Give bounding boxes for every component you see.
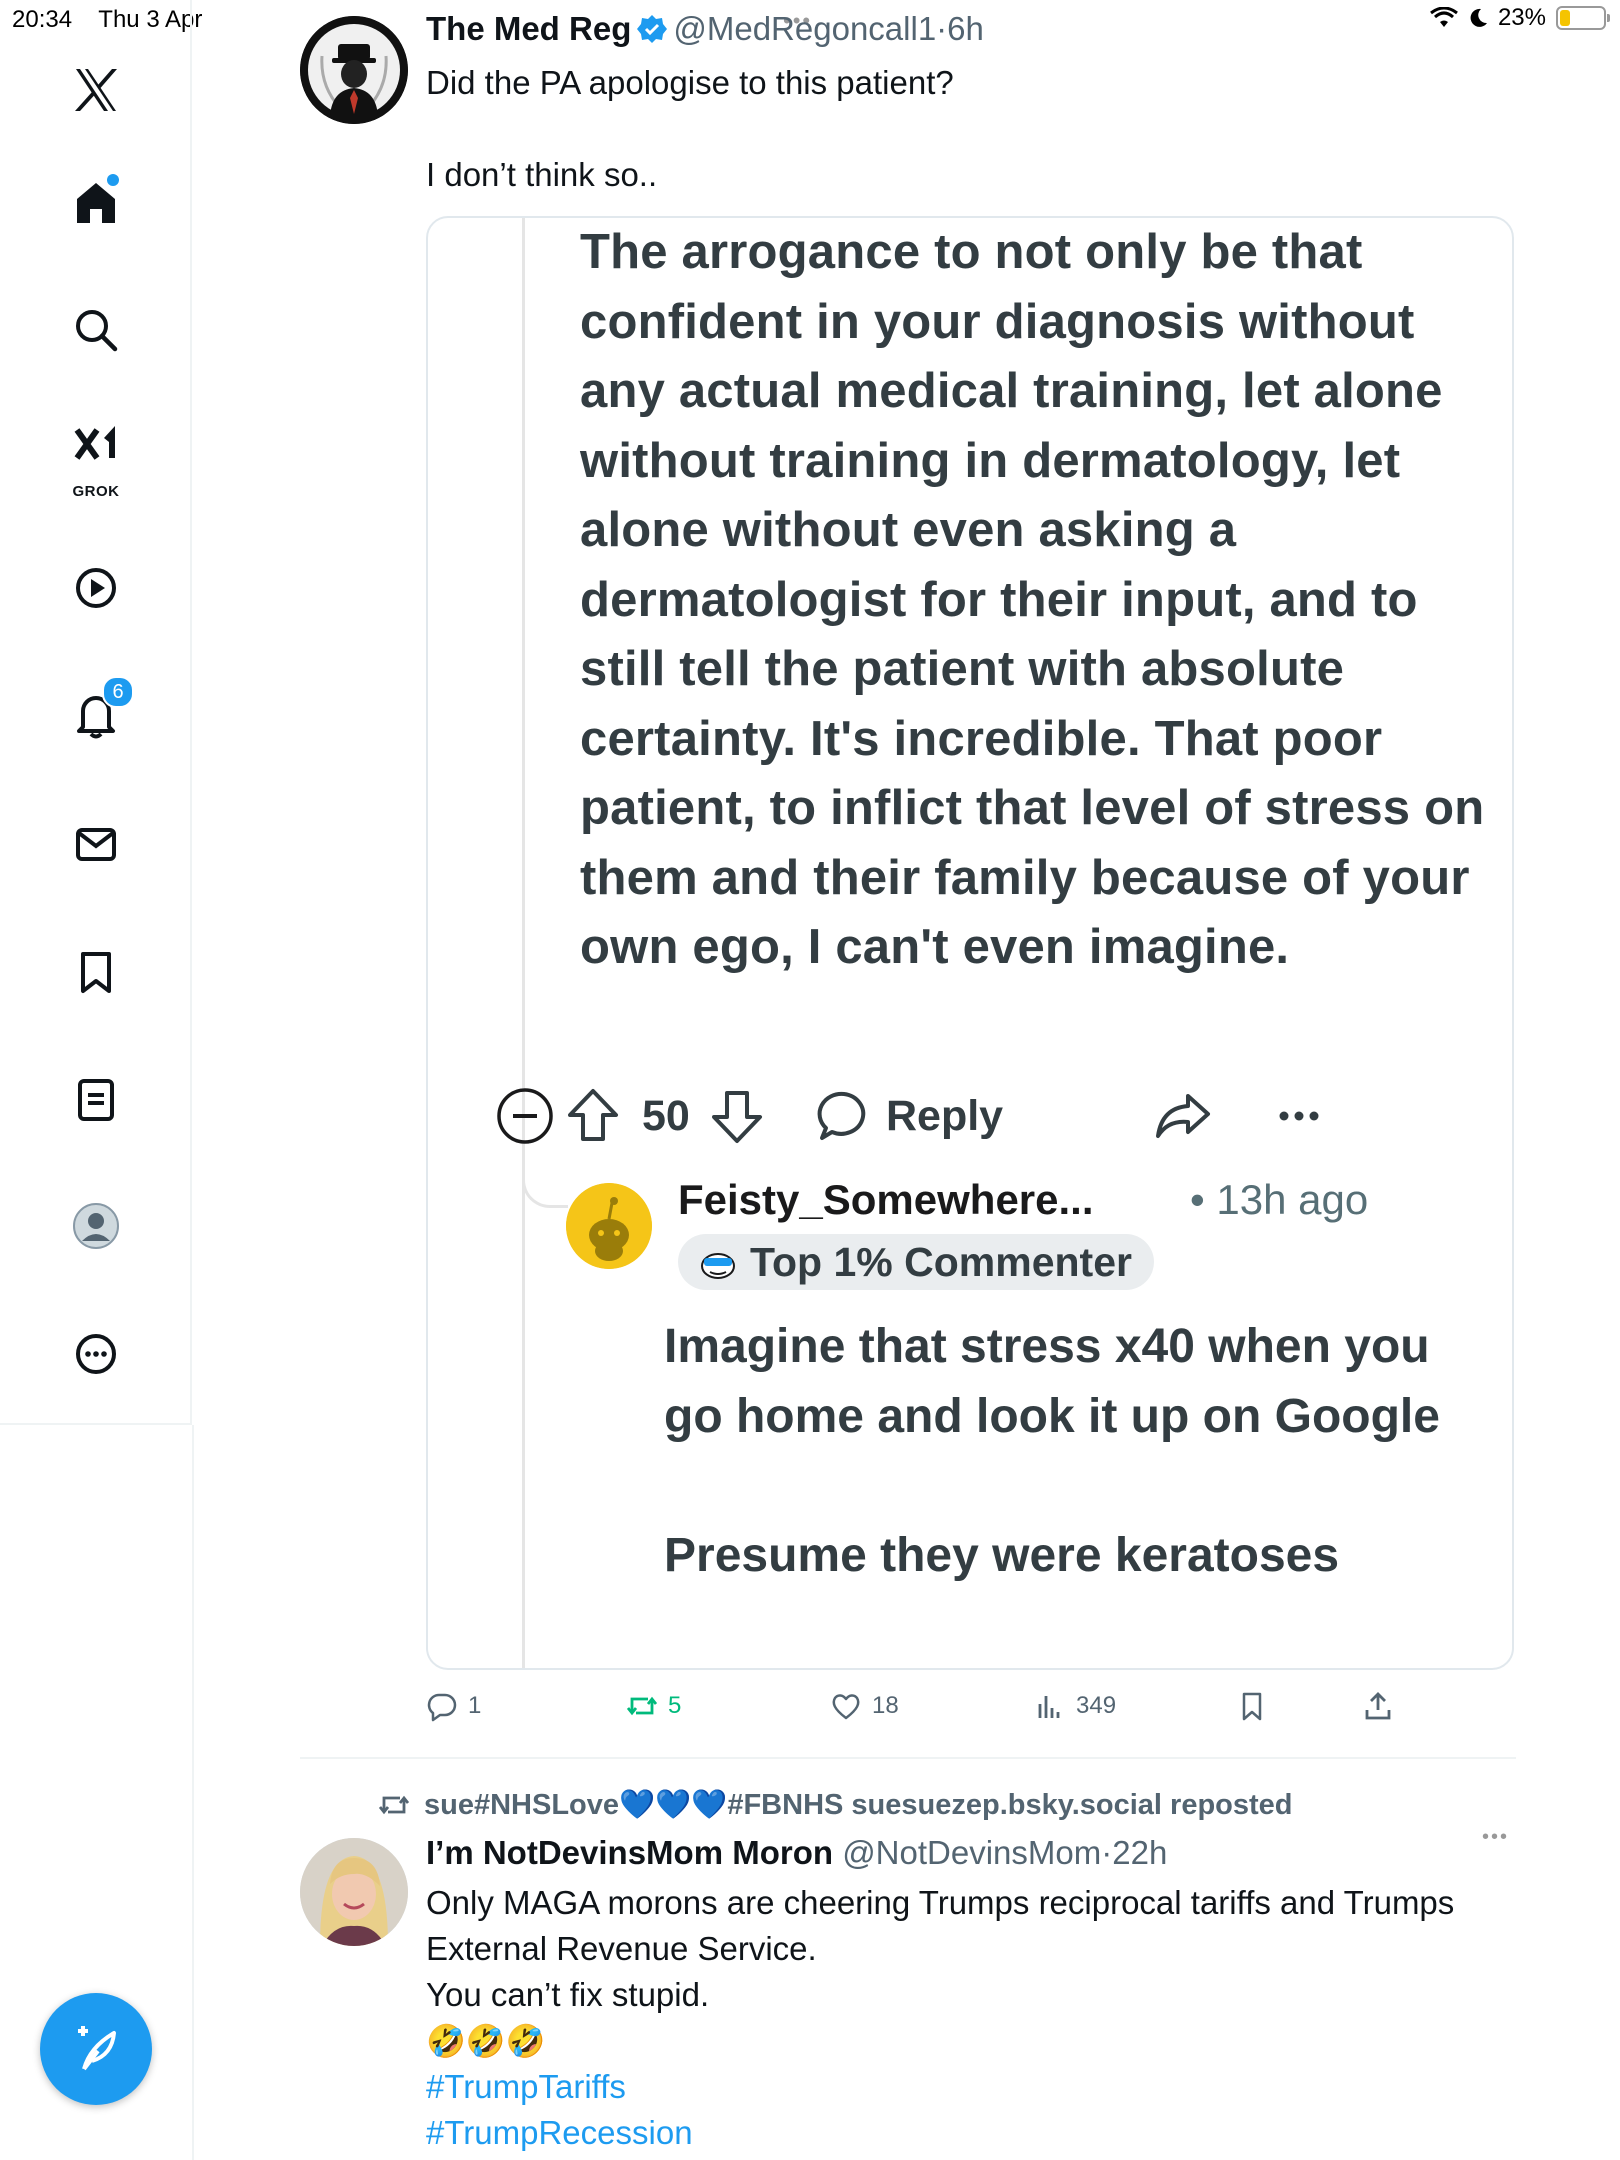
share-upload-icon [1365,1692,1391,1720]
thread-branch [522,1168,568,1208]
repost-action[interactable]: 5 [626,1684,681,1728]
reply-bubble-icon [427,1693,457,1722]
tweet-line: You can’t fix stupid. [426,1976,710,2013]
reply-paragraph: Presume they were keratoses [664,1528,1340,1582]
commenter-flair-badge: Top 1% Commenter [678,1234,1154,1290]
view-count: 349 [1076,1692,1117,1719]
reddit-comment-actions: 50 Reply [496,1076,1476,1156]
share-arrow-icon[interactable] [1154,1076,1212,1156]
hashtag-link[interactable]: #TrumpRecession [426,2110,1526,2156]
status-bar-right: 23% [1430,4,1610,32]
sidebar-divider [192,1425,194,2160]
reposted-by-line[interactable]: sue#NHSLove💙💙💙#FBNHS suesuezep.bsky.soci… [378,1788,1293,1822]
search-icon[interactable] [56,290,136,370]
repost-icon [626,1696,658,1716]
post-divider [300,1757,1516,1759]
tweet-line: Only MAGA morons are cheering Trumps rec… [426,1884,1455,1967]
verified-badge-icon [637,15,668,43]
separator: · [1101,1834,1113,1871]
reddit-reply-time: • 13h ago [1190,1176,1369,1223]
grok-label: GROK [72,483,120,500]
reposted-by-text: sue#NHSLove💙💙💙#FBNHS suesuezep.bsky.soci… [424,1789,1293,1821]
reply-button[interactable]: Reply [816,1076,1003,1156]
compose-feather-icon [78,2026,116,2071]
post-more-options-icon[interactable]: ••• [1482,1826,1509,1849]
more-options-icon[interactable] [56,1314,136,1394]
repost-count: 5 [668,1692,682,1719]
profile-avatar-icon[interactable] [56,1186,136,1266]
hashtag-link[interactable]: #TrumpTariffs [426,2064,1526,2110]
collapse-thread-icon[interactable] [496,1076,554,1156]
notifications-bell-icon[interactable]: 6 [56,674,136,754]
reply-action[interactable]: 1 [426,1684,481,1728]
more-dots-icon[interactable] [1276,1076,1322,1156]
display-name[interactable]: The Med Reg [426,10,631,47]
reddit-comment-text: The arrogance to not only be that confid… [580,225,1485,974]
avatar[interactable] [300,16,408,124]
reply-label: Reply [886,1091,1004,1140]
repost-small-icon [378,1795,410,1815]
lists-icon[interactable] [56,1060,136,1140]
grok-icon[interactable]: GROK [56,414,136,504]
bookmark-icon [1242,1692,1262,1721]
sidebar: GROK 6 [0,0,192,1425]
reply-paragraph: Imagine that stress x40 when you go home… [664,1320,1440,1443]
home-unread-dot [107,174,119,186]
notifications-badge: 6 [102,676,134,708]
home-icon[interactable] [56,162,136,242]
separator: · [936,10,948,47]
reply-count: 1 [468,1692,482,1719]
comment-bubble-icon [817,1091,866,1140]
video-play-icon[interactable] [56,548,136,628]
x-logo-icon[interactable] [56,50,136,130]
share-action[interactable] [1362,1684,1394,1728]
downvote-icon[interactable] [710,1076,764,1156]
views-action[interactable]: 349 [1034,1684,1116,1728]
tweet-header: The Med Reg @MedRegoncall1·6h [426,10,984,48]
wifi-icon [1430,7,1458,27]
timestamp[interactable]: 22h [1112,1834,1167,1871]
flair-snoo-glasses-icon [701,1253,735,1279]
vote-count: 50 [642,1091,690,1140]
compose-post-button[interactable] [40,1993,152,2105]
emoji-line: 🤣🤣🤣 [426,2023,546,2059]
reddit-reply-body: Imagine that stress x40 when you go home… [664,1312,1484,1590]
thread-line [522,218,525,1668]
tweet-header: I’m NotDevinsMom Moron @NotDevinsMom·22h [426,1834,1167,1872]
tweet-action-bar: 1 5 18 349 [426,1684,1426,1728]
flair-label: Top 1% Commenter [750,1238,1132,1285]
handle[interactable]: @NotDevinsMom [842,1834,1101,1871]
upvote-icon[interactable] [566,1076,620,1156]
avatar[interactable] [300,1838,408,1946]
reddit-snoo-avatar-icon[interactable] [566,1183,652,1269]
messages-envelope-icon[interactable] [56,804,136,884]
like-action[interactable]: 18 [830,1684,899,1728]
quoted-media-card[interactable]: The arrogance to not only be that confid… [426,216,1514,1670]
tweet-text: Did the PA apologise to this patient? I … [426,64,954,193]
tweet-text: Only MAGA morons are cheering Trumps rec… [426,1880,1526,2156]
handle[interactable]: @MedRegoncall1 [673,10,936,47]
bookmarks-icon[interactable] [56,932,136,1012]
heart-icon [832,1694,860,1720]
timestamp[interactable]: 6h [947,10,984,47]
display-name[interactable]: I’m NotDevinsMom Moron [426,1834,833,1871]
battery-percent: 23% [1497,4,1546,31]
battery-icon [1556,6,1610,30]
bookmark-action[interactable] [1236,1684,1268,1728]
like-count: 18 [872,1692,899,1719]
reddit-username[interactable]: Feisty_Somewhere... [678,1176,1094,1224]
moon-icon [1470,8,1487,27]
views-chart-icon [1038,1696,1060,1718]
